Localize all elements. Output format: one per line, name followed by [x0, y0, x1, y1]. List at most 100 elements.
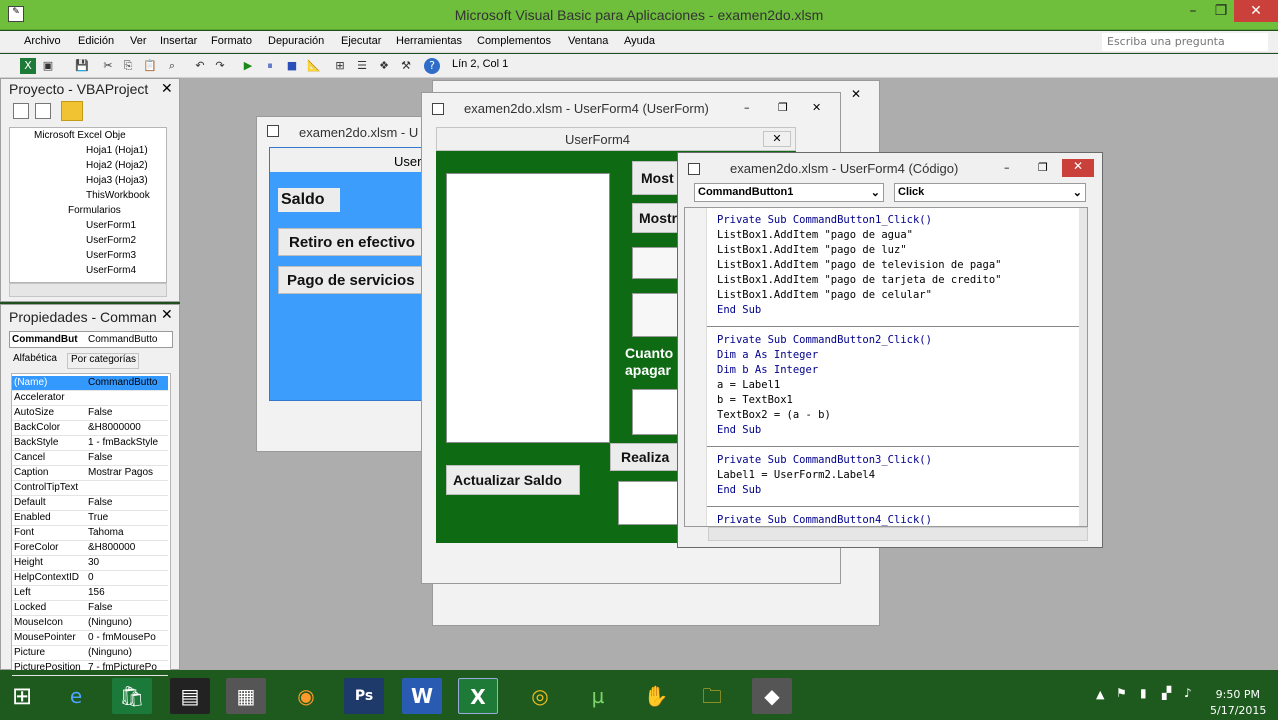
- find-icon[interactable]: ⌕: [164, 58, 180, 74]
- code-line[interactable]: Private Sub CommandButton3_Click(): [717, 454, 932, 466]
- menu-insertar[interactable]: Insertar: [160, 35, 197, 47]
- battery-icon[interactable]: ▮: [1140, 686, 1147, 700]
- code-editor[interactable]: Private Sub CommandButton1_Click() ListBo…: [684, 207, 1088, 527]
- close-button[interactable]: ✕: [1234, 0, 1278, 22]
- property-value[interactable]: 7 - fmPicturePo: [88, 662, 166, 673]
- menu-herramientas[interactable]: Herramientas: [396, 35, 462, 47]
- retiro-button[interactable]: Retiro en efectivo: [278, 228, 434, 256]
- property-row[interactable]: Font Tahoma: [12, 526, 168, 541]
- object-selector[interactable]: CommandBut CommandButto: [9, 331, 173, 348]
- property-row[interactable]: Default False: [12, 496, 168, 511]
- save-icon[interactable]: 💾: [74, 58, 90, 74]
- property-row[interactable]: ForeColor &H800000: [12, 541, 168, 556]
- code-line[interactable]: TextBox2 = (a - b): [717, 409, 831, 421]
- tree-item-userform1[interactable]: UserForm1: [86, 220, 136, 231]
- property-value[interactable]: CommandButto: [88, 377, 166, 388]
- code-line[interactable]: Private Sub CommandButton2_Click(): [717, 334, 932, 346]
- network-icon[interactable]: ⚑: [1116, 686, 1127, 700]
- tree-item-userform3[interactable]: UserForm3: [86, 250, 136, 261]
- tree-item-hoja2[interactable]: Hoja2 (Hoja2): [86, 160, 148, 171]
- property-value[interactable]: False: [88, 407, 166, 418]
- property-row[interactable]: AutoSize False: [12, 406, 168, 421]
- view-object-icon[interactable]: [35, 103, 51, 119]
- property-row[interactable]: Cancel False: [12, 451, 168, 466]
- code-line[interactable]: Private Sub CommandButton4_Click(): [717, 514, 932, 526]
- clock-date[interactable]: 5/17/2015: [1210, 704, 1266, 717]
- code-line[interactable]: ListBox1.AddItem "pago de agua": [717, 229, 913, 241]
- code-line[interactable]: ListBox1.AddItem "pago de celular": [717, 289, 932, 301]
- property-row[interactable]: Picture (Ninguno): [12, 646, 168, 661]
- property-row[interactable]: Locked False: [12, 601, 168, 616]
- property-row[interactable]: (Name) CommandButto: [12, 376, 168, 391]
- redo-icon[interactable]: ↷: [212, 58, 228, 74]
- properties-icon[interactable]: ☰: [354, 58, 370, 74]
- property-row[interactable]: Accelerator: [12, 391, 168, 406]
- code-line[interactable]: End Sub: [717, 484, 761, 496]
- code-window[interactable]: examen2do.xlsm - UserForm4 (Código) – ❐ …: [677, 152, 1103, 548]
- code-maximize-icon[interactable]: ❐: [1038, 161, 1048, 174]
- property-row[interactable]: Left 156: [12, 586, 168, 601]
- property-value[interactable]: 30: [88, 557, 166, 568]
- property-value[interactable]: (Ninguno): [88, 617, 166, 628]
- windows-start-icon[interactable]: ⊞: [2, 678, 42, 714]
- code-line[interactable]: Dim a As Integer: [717, 349, 818, 361]
- tree-item-hoja3[interactable]: Hoja3 (Hoja3): [86, 175, 148, 186]
- stop-icon[interactable]: ■: [284, 58, 300, 74]
- menu-formato[interactable]: Formato: [211, 35, 252, 47]
- code-line[interactable]: Private Sub CommandButton1_Click(): [717, 214, 932, 226]
- listbox1[interactable]: [446, 173, 610, 443]
- property-row[interactable]: MousePointer 0 - fmMousePo: [12, 631, 168, 646]
- run-icon[interactable]: ▶: [240, 58, 256, 74]
- code-line[interactable]: ListBox1.AddItem "pago de luz": [717, 244, 907, 256]
- third-window-close-icon[interactable]: ✕: [851, 87, 861, 101]
- code-line[interactable]: ListBox1.AddItem "pago de tarjeta de cre…: [717, 274, 1001, 286]
- property-value[interactable]: True: [88, 512, 166, 523]
- menu-edicion[interactable]: Edición: [78, 35, 114, 47]
- store-icon[interactable]: 🛍: [112, 678, 152, 714]
- volume-icon[interactable]: ♪: [1184, 686, 1192, 700]
- property-value[interactable]: 0: [88, 572, 166, 583]
- remote-icon[interactable]: ▦: [226, 678, 266, 714]
- property-value[interactable]: 0 - fmMousePo: [88, 632, 166, 643]
- tree-item-formularios[interactable]: Formularios: [68, 205, 121, 216]
- recorder-icon[interactable]: ◆: [752, 678, 792, 714]
- property-value[interactable]: Mostrar Pagos: [88, 467, 166, 478]
- pago-servicios-button[interactable]: Pago de servicios: [278, 266, 434, 294]
- code-vscrollbar[interactable]: [1079, 208, 1087, 526]
- code-minimize-icon[interactable]: –: [1004, 161, 1010, 174]
- tree-item-excel-objects[interactable]: Microsoft Excel Obje: [34, 130, 126, 141]
- app-icon[interactable]: ▤: [170, 678, 210, 714]
- property-row[interactable]: Enabled True: [12, 511, 168, 526]
- property-value[interactable]: &H800000: [88, 542, 166, 553]
- view-code-icon[interactable]: [13, 103, 29, 119]
- property-value[interactable]: 1 - fmBackStyle: [88, 437, 166, 448]
- actualizar-saldo-button[interactable]: Actualizar Saldo: [446, 465, 580, 495]
- property-row[interactable]: Height 30: [12, 556, 168, 571]
- signal-icon[interactable]: ▞: [1162, 686, 1171, 700]
- menu-depuracion[interactable]: Depuración: [268, 35, 324, 47]
- property-value[interactable]: (Ninguno): [88, 647, 166, 658]
- code-line[interactable]: ListBox1.AddItem "pago de television de …: [717, 259, 1001, 271]
- mid-maximize-icon[interactable]: ❐: [778, 101, 788, 114]
- insert-userform-icon[interactable]: ▣: [40, 58, 56, 74]
- code-line[interactable]: Dim b As Integer: [717, 364, 818, 376]
- property-row[interactable]: MouseIcon (Ninguno): [12, 616, 168, 631]
- tray-arrow-icon[interactable]: ▲: [1096, 688, 1104, 701]
- code-close-icon[interactable]: ✕: [1062, 159, 1094, 177]
- project-close-icon[interactable]: ✕: [161, 81, 173, 97]
- code-line[interactable]: Label1 = UserForm2.Label4: [717, 469, 875, 481]
- maximize-button[interactable]: ❐: [1206, 0, 1236, 22]
- code-line[interactable]: a = Label1: [717, 379, 780, 391]
- tree-item-hoja1[interactable]: Hoja1 (Hoja1): [86, 145, 148, 156]
- toolbox-icon[interactable]: ⚒: [398, 58, 414, 74]
- mid-minimize-icon[interactable]: –: [744, 101, 750, 114]
- menu-archivo[interactable]: Archivo: [24, 35, 61, 47]
- procedure-dropdown[interactable]: Click ⌄: [894, 183, 1086, 202]
- pause-icon[interactable]: ⏸: [262, 58, 278, 74]
- word-icon[interactable]: W: [402, 678, 442, 714]
- menu-complementos[interactable]: Complementos: [477, 35, 551, 47]
- undo-icon[interactable]: ↶: [192, 58, 208, 74]
- tree-item-userform4[interactable]: UserForm4: [86, 265, 136, 276]
- property-row[interactable]: ControlTipText: [12, 481, 168, 496]
- cut-icon[interactable]: ✂: [100, 58, 116, 74]
